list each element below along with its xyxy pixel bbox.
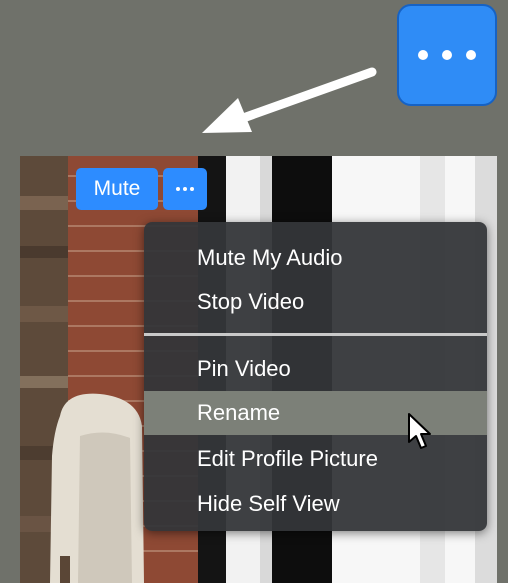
more-options-button[interactable] [163, 168, 207, 210]
mouse-cursor-icon [408, 413, 431, 449]
ellipsis-icon [418, 50, 428, 60]
ellipsis-icon [442, 50, 452, 60]
ellipsis-icon [176, 187, 180, 191]
menu-item-hide-self-view[interactable]: Hide Self View [144, 482, 487, 526]
menu-item-rename[interactable]: Rename [144, 391, 487, 435]
menu-item-stop-video[interactable]: Stop Video [144, 280, 487, 324]
menu-item-edit-profile-picture[interactable]: Edit Profile Picture [144, 437, 487, 481]
ellipsis-icon [183, 187, 187, 191]
ellipsis-icon [466, 50, 476, 60]
mute-button[interactable]: Mute [76, 168, 158, 210]
ellipsis-icon [190, 187, 194, 191]
menu-item-mute-my-audio[interactable]: Mute My Audio [144, 236, 487, 280]
more-options-button-large[interactable] [397, 4, 497, 106]
video-context-menu: Mute My Audio Stop Video Pin Video Renam… [144, 222, 487, 531]
menu-item-pin-video[interactable]: Pin Video [144, 347, 487, 391]
menu-divider [144, 333, 487, 336]
